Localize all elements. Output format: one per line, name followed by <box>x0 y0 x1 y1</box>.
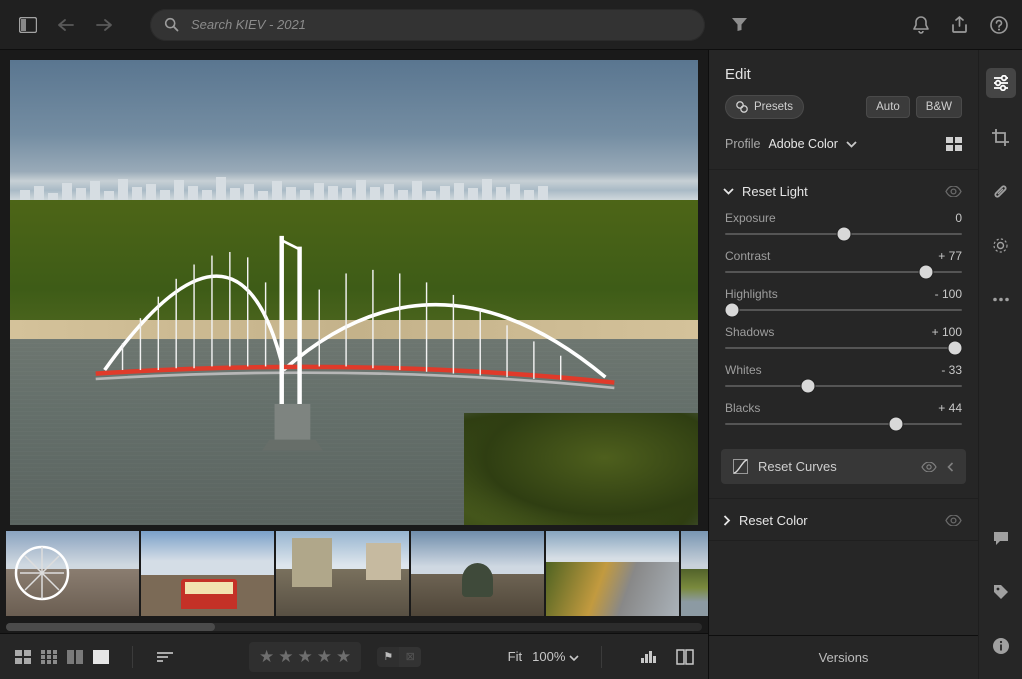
eye-icon[interactable] <box>921 462 937 472</box>
slider-blacks[interactable]: Blacks+ 44 <box>725 401 962 425</box>
view-grid-small-icon[interactable] <box>40 648 58 666</box>
edit-sliders-icon[interactable] <box>986 68 1016 98</box>
filter-icon[interactable] <box>731 17 748 32</box>
filmstrip-thumb[interactable] <box>141 531 274 616</box>
sort-icon[interactable] <box>155 650 177 664</box>
filmstrip-thumb[interactable] <box>276 531 409 616</box>
color-section-header[interactable]: Reset Color <box>709 499 978 540</box>
slider-exposure[interactable]: Exposure0 <box>725 211 962 235</box>
view-grid-large-icon[interactable] <box>14 648 32 666</box>
viewer-column: ★★★★★ ⚑⊠ Fit 100% <box>0 50 708 679</box>
slider-highlights[interactable]: Highlights- 100 <box>725 287 962 311</box>
filmstrip-thumb[interactable] <box>411 531 544 616</box>
collapse-icon[interactable] <box>947 462 954 472</box>
compare-original-icon[interactable] <box>676 649 694 665</box>
main-photo[interactable] <box>10 60 698 525</box>
slider-shadows[interactable]: Shadows+ 100 <box>725 325 962 349</box>
search-field[interactable] <box>150 9 705 41</box>
flag-toggle[interactable]: ⚑⊠ <box>377 647 421 667</box>
eye-icon[interactable] <box>945 186 962 197</box>
share-icon[interactable] <box>951 16 968 34</box>
filmstrip-thumb[interactable] <box>681 531 708 616</box>
chevron-down-icon[interactable] <box>846 141 857 148</box>
masking-icon[interactable] <box>986 230 1016 260</box>
bw-button[interactable]: B&W <box>916 96 962 118</box>
help-icon[interactable] <box>990 16 1008 34</box>
bottom-toolbar: ★★★★★ ⚑⊠ Fit 100% <box>0 633 708 679</box>
edit-title: Edit <box>725 66 962 83</box>
presets-button[interactable]: Presets <box>725 95 804 119</box>
slider-whites[interactable]: Whites- 33 <box>725 363 962 387</box>
filmstrip-scrollbar[interactable] <box>6 623 702 631</box>
forward-button[interactable] <box>94 18 114 32</box>
chevron-right-icon <box>723 515 731 526</box>
search-icon <box>164 17 179 32</box>
view-single-icon[interactable] <box>92 648 110 666</box>
crop-icon[interactable] <box>986 122 1016 152</box>
profile-label: Profile <box>725 137 760 151</box>
histogram-icon[interactable] <box>640 649 658 665</box>
fit-button[interactable]: Fit <box>508 649 522 664</box>
library-panel-icon[interactable] <box>14 11 42 39</box>
slider-contrast[interactable]: Contrast+ 77 <box>725 249 962 273</box>
comment-icon[interactable] <box>986 523 1016 553</box>
eye-icon[interactable] <box>945 515 962 526</box>
edit-panel: Edit Presets Auto B&W Profile Adobe Colo… <box>708 50 978 679</box>
search-input[interactable] <box>189 16 691 33</box>
chevron-down-icon <box>723 188 734 195</box>
filmstrip <box>0 527 708 623</box>
profile-value[interactable]: Adobe Color <box>768 137 838 151</box>
profile-browser-icon[interactable] <box>946 137 962 151</box>
view-compare-icon[interactable] <box>66 648 84 666</box>
rating-stars[interactable]: ★★★★★ <box>249 642 361 672</box>
auto-button[interactable]: Auto <box>866 96 910 118</box>
filmstrip-thumb[interactable] <box>6 531 139 616</box>
filmstrip-thumb[interactable] <box>546 531 679 616</box>
zoom-level[interactable]: 100% <box>532 649 579 664</box>
info-icon[interactable] <box>986 631 1016 661</box>
back-button[interactable] <box>56 18 76 32</box>
tag-icon[interactable] <box>986 577 1016 607</box>
curves-icon <box>733 459 748 474</box>
presets-icon <box>736 101 748 113</box>
notifications-icon[interactable] <box>913 16 929 34</box>
tool-strip <box>978 50 1022 679</box>
curves-section[interactable]: Reset Curves <box>721 449 966 484</box>
more-icon[interactable] <box>986 284 1016 314</box>
healing-icon[interactable] <box>986 176 1016 206</box>
topbar <box>0 0 1022 50</box>
versions-button[interactable]: Versions <box>709 635 978 679</box>
light-section-header[interactable]: Reset Light <box>709 170 978 211</box>
